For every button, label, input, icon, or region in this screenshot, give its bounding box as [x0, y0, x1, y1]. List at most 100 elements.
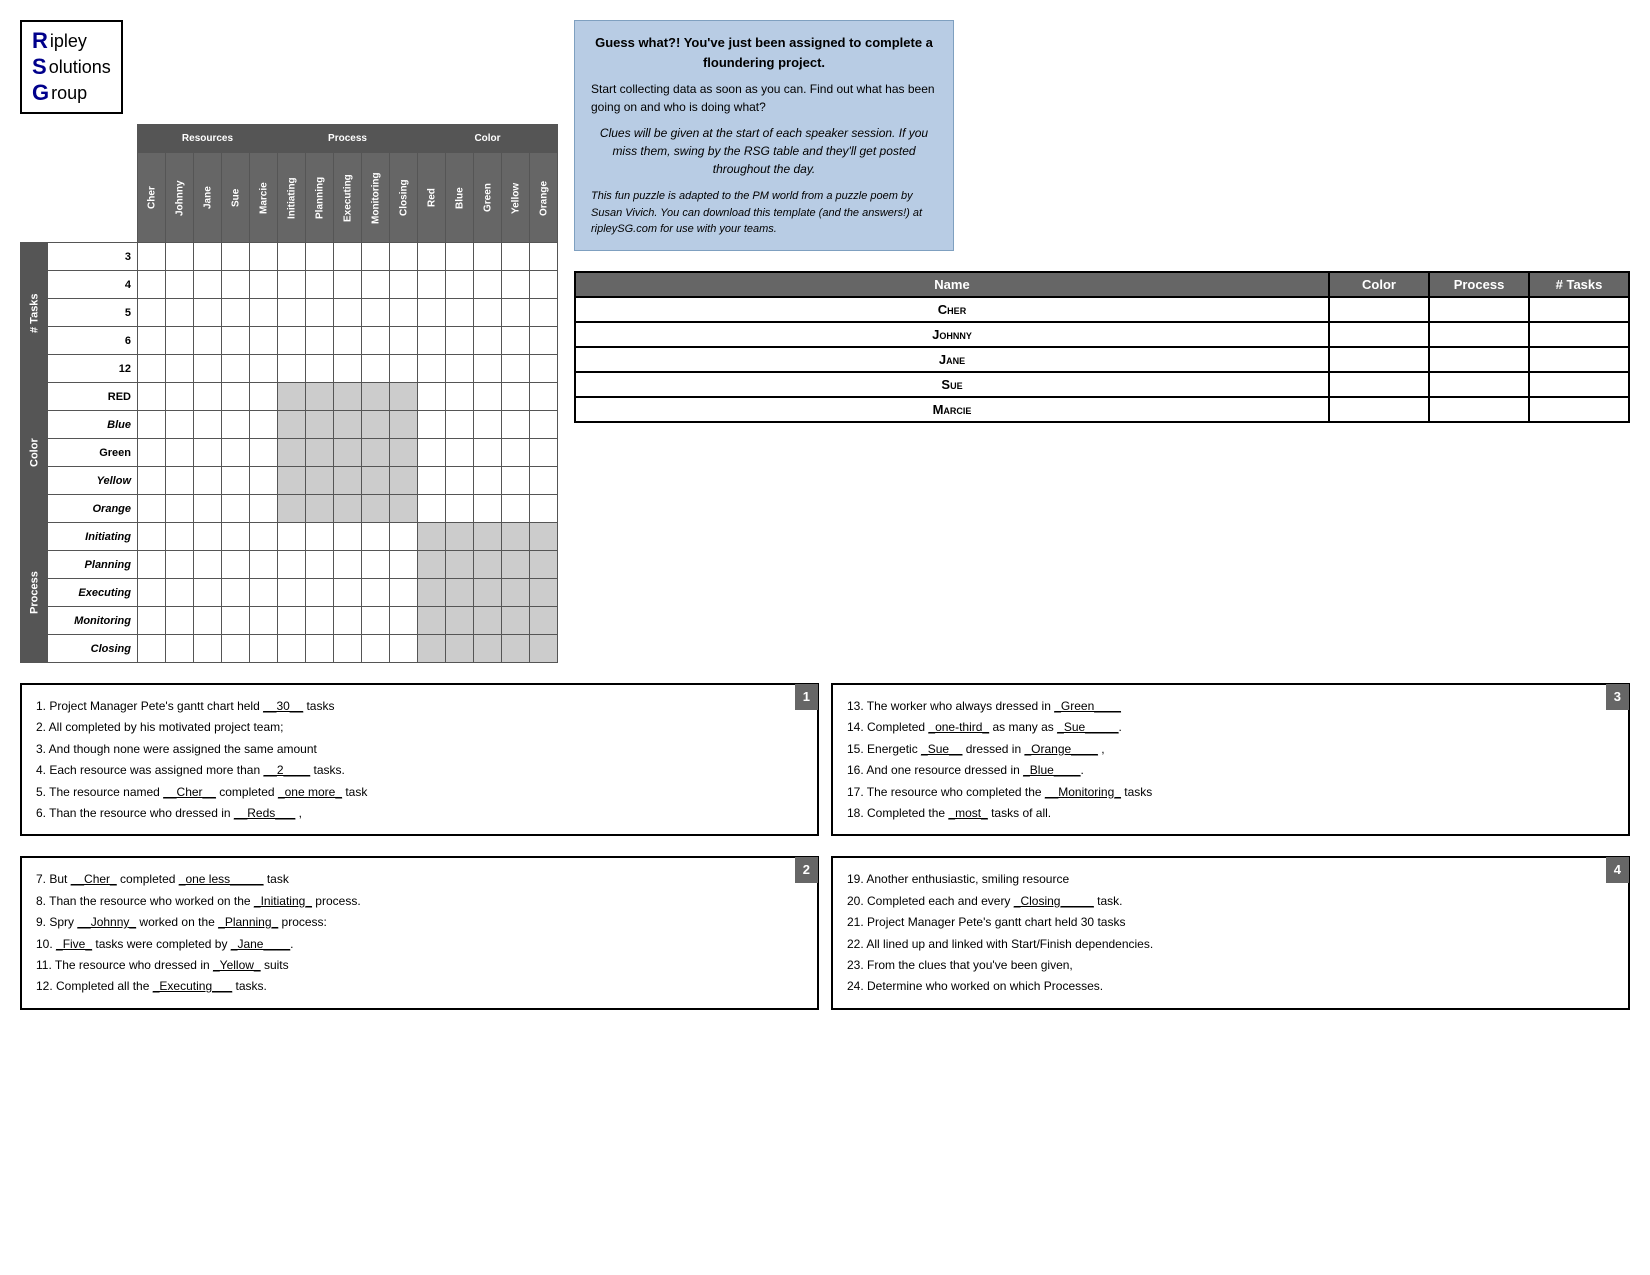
cell-orange-yellow[interactable]	[502, 495, 530, 523]
cell-yellow-red[interactable]	[418, 467, 446, 495]
cell-mon-mon[interactable]	[362, 607, 390, 635]
cell-red-jane[interactable]	[194, 383, 222, 411]
cell-r3-clos[interactable]	[390, 243, 418, 271]
cell-r12-johnny[interactable]	[166, 355, 194, 383]
cell-r4-orange[interactable]	[530, 271, 558, 299]
cell-mon-jane[interactable]	[194, 607, 222, 635]
cell-r12-init[interactable]	[278, 355, 306, 383]
summary-tasks-jane[interactable]	[1529, 347, 1629, 372]
cell-r5-johnny[interactable]	[166, 299, 194, 327]
cell-blue-blue[interactable]	[446, 411, 474, 439]
cell-plan-johnny[interactable]	[166, 551, 194, 579]
cell-blue-jane[interactable]	[194, 411, 222, 439]
summary-process-johnny[interactable]	[1429, 322, 1529, 347]
cell-orange-blue[interactable]	[446, 495, 474, 523]
cell-plan-marcie[interactable]	[250, 551, 278, 579]
cell-green-johnny[interactable]	[166, 439, 194, 467]
cell-r3-plan[interactable]	[306, 243, 334, 271]
cell-orange-red[interactable]	[418, 495, 446, 523]
cell-blue-johnny[interactable]	[166, 411, 194, 439]
cell-exec-exec[interactable]	[334, 579, 362, 607]
cell-green-marcie[interactable]	[250, 439, 278, 467]
cell-plan-sue[interactable]	[222, 551, 250, 579]
cell-r4-mon[interactable]	[362, 271, 390, 299]
cell-blue-cher[interactable]	[138, 411, 166, 439]
cell-orange-johnny[interactable]	[166, 495, 194, 523]
cell-r3-blue[interactable]	[446, 243, 474, 271]
cell-r5-blue[interactable]	[446, 299, 474, 327]
cell-blue-sue[interactable]	[222, 411, 250, 439]
cell-orange-jane[interactable]	[194, 495, 222, 523]
cell-yellow-orange[interactable]	[530, 467, 558, 495]
cell-init-marcie[interactable]	[250, 523, 278, 551]
summary-color-cher[interactable]	[1329, 297, 1429, 322]
cell-r3-sue[interactable]	[222, 243, 250, 271]
cell-red-yellow[interactable]	[502, 383, 530, 411]
cell-r4-sue[interactable]	[222, 271, 250, 299]
cell-r6-marcie[interactable]	[250, 327, 278, 355]
cell-green-yellow[interactable]	[502, 439, 530, 467]
cell-r4-exec[interactable]	[334, 271, 362, 299]
summary-tasks-sue[interactable]	[1529, 372, 1629, 397]
cell-red-marcie[interactable]	[250, 383, 278, 411]
cell-r6-clos[interactable]	[390, 327, 418, 355]
cell-blue-green[interactable]	[474, 411, 502, 439]
cell-r4-green[interactable]	[474, 271, 502, 299]
cell-mon-plan[interactable]	[306, 607, 334, 635]
cell-r12-plan[interactable]	[306, 355, 334, 383]
cell-exec-plan[interactable]	[306, 579, 334, 607]
cell-orange-sue[interactable]	[222, 495, 250, 523]
cell-mon-exec[interactable]	[334, 607, 362, 635]
cell-r4-johnny[interactable]	[166, 271, 194, 299]
summary-tasks-johnny[interactable]	[1529, 322, 1629, 347]
cell-r12-green[interactable]	[474, 355, 502, 383]
cell-exec-clos[interactable]	[390, 579, 418, 607]
cell-r12-cher[interactable]	[138, 355, 166, 383]
cell-plan-jane[interactable]	[194, 551, 222, 579]
cell-init-sue[interactable]	[222, 523, 250, 551]
cell-r12-marcie[interactable]	[250, 355, 278, 383]
cell-r6-green[interactable]	[474, 327, 502, 355]
cell-r5-marcie[interactable]	[250, 299, 278, 327]
cell-clos-sue[interactable]	[222, 635, 250, 663]
cell-init-init[interactable]	[278, 523, 306, 551]
cell-exec-jane[interactable]	[194, 579, 222, 607]
cell-r3-cher[interactable]	[138, 243, 166, 271]
cell-r5-clos[interactable]	[390, 299, 418, 327]
cell-r12-red[interactable]	[418, 355, 446, 383]
cell-r3-jane[interactable]	[194, 243, 222, 271]
cell-plan-clos[interactable]	[390, 551, 418, 579]
cell-r4-marcie[interactable]	[250, 271, 278, 299]
cell-init-mon[interactable]	[362, 523, 390, 551]
cell-r5-yellow[interactable]	[502, 299, 530, 327]
cell-plan-exec[interactable]	[334, 551, 362, 579]
cell-yellow-marcie[interactable]	[250, 467, 278, 495]
cell-r6-johnny[interactable]	[166, 327, 194, 355]
cell-r3-orange[interactable]	[530, 243, 558, 271]
cell-mon-sue[interactable]	[222, 607, 250, 635]
cell-r5-init[interactable]	[278, 299, 306, 327]
cell-exec-johnny[interactable]	[166, 579, 194, 607]
cell-r6-exec[interactable]	[334, 327, 362, 355]
cell-exec-sue[interactable]	[222, 579, 250, 607]
summary-tasks-marcie[interactable]	[1529, 397, 1629, 422]
cell-r12-mon[interactable]	[362, 355, 390, 383]
cell-red-cher[interactable]	[138, 383, 166, 411]
cell-mon-marcie[interactable]	[250, 607, 278, 635]
cell-init-exec[interactable]	[334, 523, 362, 551]
cell-mon-cher[interactable]	[138, 607, 166, 635]
cell-orange-marcie[interactable]	[250, 495, 278, 523]
cell-green-sue[interactable]	[222, 439, 250, 467]
cell-r12-jane[interactable]	[194, 355, 222, 383]
cell-orange-green[interactable]	[474, 495, 502, 523]
cell-init-clos[interactable]	[390, 523, 418, 551]
summary-color-johnny[interactable]	[1329, 322, 1429, 347]
cell-r4-yellow[interactable]	[502, 271, 530, 299]
cell-yellow-johnny[interactable]	[166, 467, 194, 495]
cell-r6-mon[interactable]	[362, 327, 390, 355]
cell-r4-plan[interactable]	[306, 271, 334, 299]
cell-r3-johnny[interactable]	[166, 243, 194, 271]
cell-r3-marcie[interactable]	[250, 243, 278, 271]
cell-green-jane[interactable]	[194, 439, 222, 467]
cell-r5-plan[interactable]	[306, 299, 334, 327]
